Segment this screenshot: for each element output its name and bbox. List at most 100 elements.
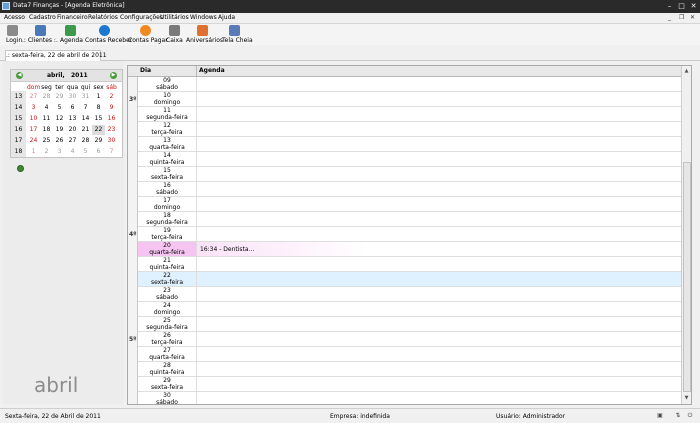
- table-row[interactable]: 23 sábado: [138, 287, 681, 302]
- contas-pagar-button[interactable]: Contas Pagar: [128, 25, 168, 45]
- day-cell[interactable]: 16 sábado: [138, 182, 197, 196]
- next-month-icon[interactable]: ▶: [110, 72, 117, 79]
- calendar-day[interactable]: 5: [53, 103, 66, 113]
- menu-ajuda[interactable]: Ajuda: [218, 14, 235, 22]
- clients-button[interactable]: .: Clientes :.: [22, 25, 62, 45]
- calendar-day[interactable]: 3: [53, 147, 66, 157]
- scroll-up-icon[interactable]: ▲: [682, 67, 691, 75]
- table-row[interactable]: 28 quinta-feira: [138, 362, 681, 377]
- calendar-day[interactable]: 23: [105, 125, 118, 135]
- table-row[interactable]: 14 quinta-feira: [138, 152, 681, 167]
- calendar-year[interactable]: 2011: [71, 72, 88, 80]
- menu-utilitarios[interactable]: Utilitários: [160, 14, 189, 22]
- scroll-down-icon[interactable]: ▼: [682, 394, 691, 402]
- menu-financeiro[interactable]: Financeiro: [57, 14, 88, 22]
- calendar-day[interactable]: 6: [66, 103, 79, 113]
- calendar-day[interactable]: 25: [40, 136, 53, 146]
- calendar-day[interactable]: 28: [40, 92, 53, 102]
- calendar-day[interactable]: 1: [92, 92, 105, 102]
- calendar-day[interactable]: 9: [105, 103, 118, 113]
- prev-month-icon[interactable]: ◀: [16, 72, 23, 79]
- table-row[interactable]: 18 segunda-feira: [138, 212, 681, 227]
- table-row[interactable]: 30 sábado: [138, 392, 681, 404]
- maximize-button[interactable]: □: [676, 1, 687, 11]
- table-row[interactable]: 24 domingo: [138, 302, 681, 317]
- calendar-day[interactable]: 24: [27, 136, 40, 146]
- mdi-minimize-icon[interactable]: _: [668, 14, 671, 22]
- calendar-day[interactable]: 7: [79, 103, 92, 113]
- table-row[interactable]: 17 domingo: [138, 197, 681, 212]
- day-cell[interactable]: 27 quarta-feira: [138, 347, 197, 361]
- calendar-day[interactable]: 17: [27, 125, 40, 135]
- caixa-button[interactable]: Caixa: [166, 25, 184, 45]
- table-row[interactable]: 13 quarta-feira: [138, 137, 681, 152]
- day-cell[interactable]: 15 sexta-feira: [138, 167, 197, 181]
- table-row[interactable]: 11 segunda-feira: [138, 107, 681, 122]
- agenda-button[interactable]: Agenda: [60, 25, 83, 45]
- calendar-day[interactable]: 14: [79, 114, 92, 124]
- calendar-month[interactable]: abril,: [47, 72, 65, 80]
- scroll-thumb[interactable]: [683, 162, 691, 392]
- calendar-day[interactable]: 30: [66, 92, 79, 102]
- day-cell[interactable]: 28 quinta-feira: [138, 362, 197, 376]
- calendar-day[interactable]: 6: [92, 147, 105, 157]
- table-row[interactable]: 29 sexta-feira: [138, 377, 681, 392]
- day-cell[interactable]: 17 domingo: [138, 197, 197, 211]
- menu-cadastro[interactable]: Cadastro: [29, 14, 56, 22]
- calendar-day[interactable]: 18: [40, 125, 53, 135]
- day-cell[interactable]: 20 quarta-feira: [138, 242, 197, 256]
- table-row[interactable]: 12 terça-feira: [138, 122, 681, 137]
- table-row[interactable]: 20 quarta-feira 16:34 - Dentista...: [138, 242, 681, 257]
- day-cell[interactable]: 13 quarta-feira: [138, 137, 197, 151]
- table-row[interactable]: 22 sexta-feira: [138, 272, 681, 287]
- day-cell[interactable]: 24 domingo: [138, 302, 197, 316]
- day-cell[interactable]: 29 sexta-feira: [138, 377, 197, 391]
- table-row[interactable]: 10 domingo: [138, 92, 681, 107]
- day-cell[interactable]: 30 sábado: [138, 392, 197, 404]
- calendar-day[interactable]: 13: [66, 114, 79, 124]
- calendar-day[interactable]: 20: [66, 125, 79, 135]
- calendar-day[interactable]: 29: [92, 136, 105, 146]
- calendar-day[interactable]: 4: [40, 103, 53, 113]
- menu-configuracoes[interactable]: Configurações: [120, 14, 163, 22]
- calendar-day[interactable]: 22: [92, 125, 105, 135]
- calendar-day[interactable]: 27: [27, 92, 40, 102]
- column-header-agenda[interactable]: Agenda: [199, 67, 225, 75]
- close-button[interactable]: ✕: [688, 1, 699, 11]
- calendar-day[interactable]: 19: [53, 125, 66, 135]
- mdi-close-icon[interactable]: ✕: [690, 14, 695, 22]
- column-header-dia[interactable]: Dia: [140, 67, 151, 75]
- calendar-day[interactable]: 12: [53, 114, 66, 124]
- menu-relatorios[interactable]: Relatórios: [88, 14, 118, 22]
- menu-acesso[interactable]: Acesso: [4, 14, 25, 22]
- calendar-day[interactable]: 2: [40, 147, 53, 157]
- contas-receber-button[interactable]: Contas Receber: [85, 25, 132, 45]
- day-cell[interactable]: 25 segunda-feira: [138, 317, 197, 331]
- calendar-day[interactable]: 10: [27, 114, 40, 124]
- table-row[interactable]: 16 sábado: [138, 182, 681, 197]
- calendar-day[interactable]: 4: [66, 147, 79, 157]
- table-row[interactable]: 19 terça-feira: [138, 227, 681, 242]
- day-cell[interactable]: 19 terça-feira: [138, 227, 197, 241]
- agenda-event[interactable]: 16:34 - Dentista...: [200, 246, 254, 253]
- day-cell[interactable]: 10 domingo: [138, 92, 197, 106]
- calendar-day[interactable]: 2: [105, 92, 118, 102]
- tab-agenda-date[interactable]: .: sexta-feira, 22 de abril de 2011: [5, 50, 107, 61]
- day-cell[interactable]: 14 quinta-feira: [138, 152, 197, 166]
- day-cell[interactable]: 22 sexta-feira: [138, 272, 197, 286]
- table-row[interactable]: 21 quinta-feira: [138, 257, 681, 272]
- table-row[interactable]: 15 sexta-feira: [138, 167, 681, 182]
- day-cell[interactable]: 21 quinta-feira: [138, 257, 197, 271]
- calendar-day[interactable]: 21: [79, 125, 92, 135]
- network-icon[interactable]: ⇅: [674, 412, 682, 420]
- table-row[interactable]: 26 terça-feira: [138, 332, 681, 347]
- calendar-day[interactable]: 7: [105, 147, 118, 157]
- calendar-day[interactable]: 28: [79, 136, 92, 146]
- menu-windows[interactable]: Windows: [190, 14, 217, 22]
- calendar-day[interactable]: 3: [27, 103, 40, 113]
- login-button[interactable]: Login: [5, 25, 22, 45]
- day-cell[interactable]: 09 sábado: [138, 77, 197, 91]
- day-cell[interactable]: 18 segunda-feira: [138, 212, 197, 226]
- calendar-day[interactable]: 15: [92, 114, 105, 124]
- day-cell[interactable]: 11 segunda-feira: [138, 107, 197, 121]
